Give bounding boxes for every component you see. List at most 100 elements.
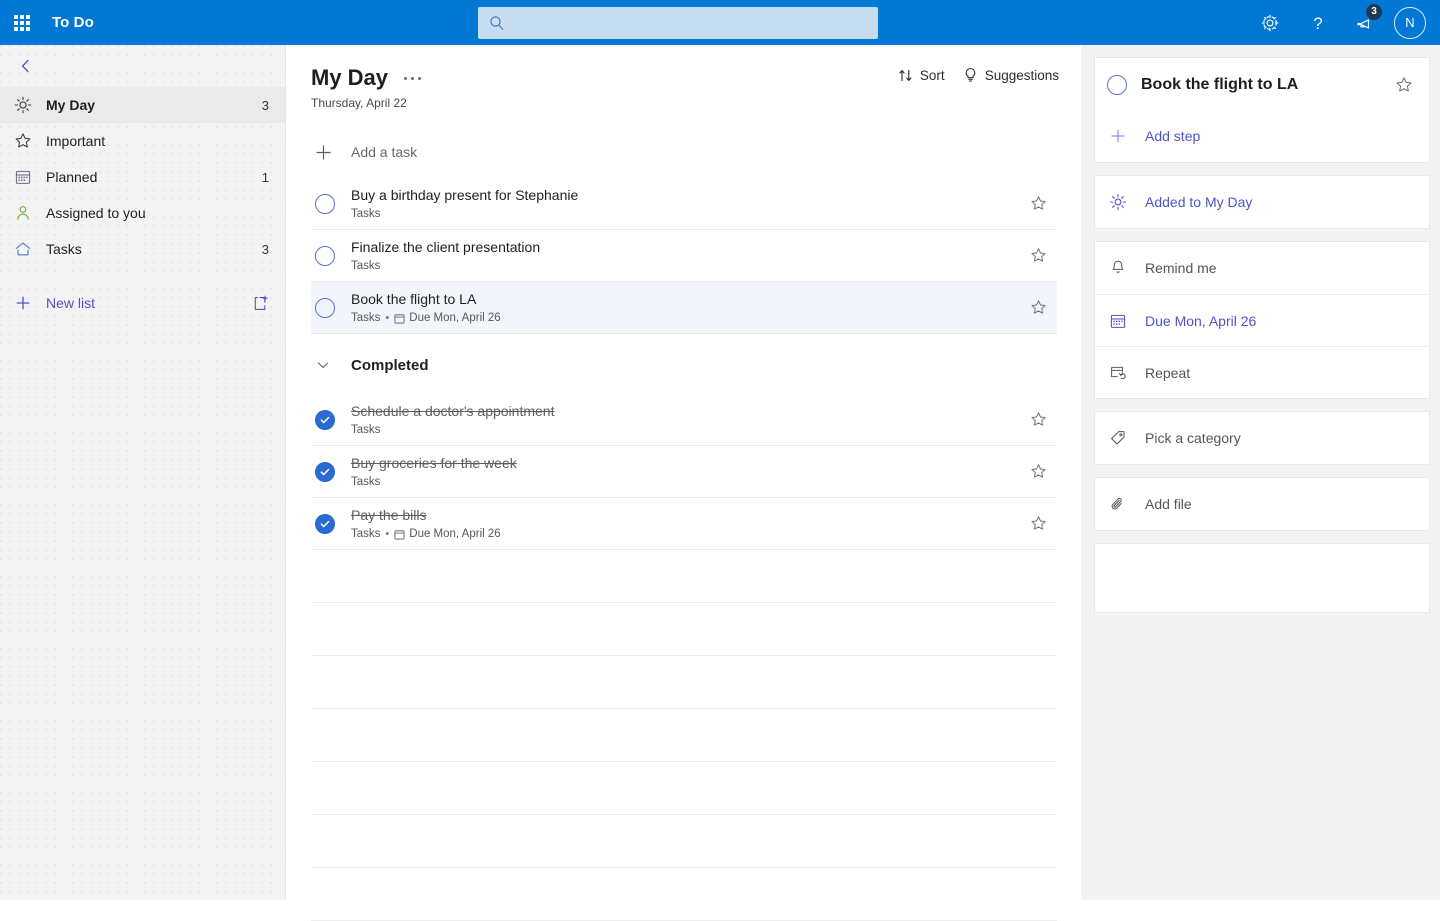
person-icon: [12, 202, 34, 224]
sort-label: Sort: [919, 67, 945, 83]
added-to-my-day-row[interactable]: Added to My Day: [1095, 176, 1429, 228]
suggestions-button[interactable]: Suggestions: [963, 67, 1059, 83]
empty-row: [311, 762, 1057, 815]
favorite-star-icon[interactable]: [1025, 511, 1051, 537]
plus-icon: [311, 143, 335, 162]
detail-task-title: Book the flight to LA: [1141, 76, 1299, 93]
sun-icon: [12, 94, 34, 116]
notes-card[interactable]: [1094, 543, 1430, 613]
list-options-icon[interactable]: [400, 68, 424, 88]
add-task-row[interactable]: [311, 132, 1057, 172]
task-meta: Tasks: [351, 476, 1025, 488]
check-icon: [320, 468, 330, 475]
task-checkbox[interactable]: [315, 193, 335, 214]
repeat-icon: [1107, 362, 1129, 384]
table-row[interactable]: Buy a birthday present for Stephanie Tas…: [311, 178, 1057, 230]
favorite-star-icon[interactable]: [1025, 459, 1051, 485]
empty-row: [311, 603, 1057, 656]
task-meta: Tasks: [351, 208, 1025, 220]
pick-category-label: Pick a category: [1145, 430, 1241, 446]
sidebar-item-my-day[interactable]: My Day 3: [0, 87, 285, 123]
task-list-name: Tasks: [351, 312, 381, 324]
task-checkbox[interactable]: [315, 297, 335, 318]
table-row[interactable]: Book the flight to LA Tasks • Due Mon, A…: [311, 282, 1057, 334]
favorite-star-icon[interactable]: [1025, 407, 1051, 433]
collapse-sidebar-button[interactable]: [10, 50, 42, 82]
favorite-star-icon[interactable]: [1025, 295, 1051, 321]
remind-me-row[interactable]: Remind me: [1095, 242, 1429, 294]
task-checkbox[interactable]: [315, 245, 335, 266]
task-due: Due Mon, April 26: [394, 312, 501, 324]
sidebar-item-label: Planned: [46, 169, 98, 185]
main-content: My Day Thursday, April 22 Sort Suggestio…: [287, 45, 1081, 921]
favorite-star-icon[interactable]: [1391, 72, 1417, 98]
sort-button[interactable]: Sort: [898, 68, 945, 83]
sidebar-item-important[interactable]: Important: [0, 123, 285, 159]
empty-row: [311, 815, 1057, 868]
task-title: Pay the bills: [351, 507, 427, 523]
sidebar-item-tasks[interactable]: Tasks 3: [0, 231, 285, 267]
new-group-icon[interactable]: [249, 292, 271, 314]
favorite-star-icon[interactable]: [1025, 191, 1051, 217]
task-checkbox[interactable]: [315, 513, 335, 534]
plus-icon: [1107, 125, 1129, 147]
app-launcher-icon[interactable]: [0, 0, 44, 45]
sidebar-item-planned[interactable]: Planned 1: [0, 159, 285, 195]
plus-icon: [12, 292, 34, 314]
task-checkbox[interactable]: [315, 409, 335, 430]
topbar-actions: ? 3 N: [1246, 0, 1440, 45]
feedback-button[interactable]: 3: [1342, 0, 1390, 45]
repeat-label: Repeat: [1145, 364, 1191, 381]
bell-icon: [1107, 257, 1129, 279]
meta-separator: •: [385, 312, 390, 324]
table-row[interactable]: Buy groceries for the week Tasks: [311, 446, 1057, 498]
sidebar-item-count: 3: [261, 97, 269, 113]
new-list-label: New list: [46, 295, 96, 311]
task-title: Book the flight to LA: [351, 291, 477, 307]
top-app-bar: To Do ? 3 N: [0, 0, 1440, 45]
favorite-star-icon[interactable]: [1025, 243, 1051, 269]
repeat-row[interactable]: Repeat: [1095, 346, 1429, 398]
task-due-text: Due Mon, April 26: [409, 312, 501, 324]
new-list-button[interactable]: New list: [0, 285, 285, 321]
task-list: Buy a birthday present for Stephanie Tas…: [311, 178, 1057, 334]
search-input[interactable]: [478, 7, 878, 39]
empty-row: [311, 550, 1057, 603]
add-file-row[interactable]: Add file: [1095, 478, 1429, 530]
task-title: Buy groceries for the week: [351, 455, 517, 471]
empty-row: [311, 868, 1057, 921]
paperclip-icon: [1107, 493, 1129, 515]
settings-button[interactable]: [1246, 0, 1294, 45]
completed-group-header[interactable]: Completed: [311, 342, 1057, 388]
task-title: Buy a birthday present for Stephanie: [351, 187, 579, 203]
sidebar-item-label: Tasks: [46, 241, 82, 257]
help-button[interactable]: ?: [1294, 0, 1342, 45]
sun-icon: [1107, 191, 1129, 213]
list-header-actions: Sort Suggestions: [898, 67, 1059, 83]
add-task-input[interactable]: [351, 144, 1057, 160]
detail-card-main: Book the flight to LA Add step: [1094, 57, 1430, 163]
task-meta: Tasks • Due Mon, April 26: [351, 312, 1025, 324]
sidebar-item-assigned-to-you[interactable]: Assigned to you: [0, 195, 285, 231]
table-row[interactable]: Pay the bills Tasks • Due Mon, April 26: [311, 498, 1057, 550]
lightbulb-icon: [965, 68, 975, 82]
avatar[interactable]: N: [1394, 6, 1426, 39]
table-row[interactable]: Schedule a doctor's appointment Tasks: [311, 394, 1057, 446]
chevron-down-icon[interactable]: [311, 357, 335, 373]
task-detail-pane: Book the flight to LA Add step Added to …: [1081, 45, 1440, 900]
calendar-icon: [1107, 310, 1129, 332]
task-checkbox[interactable]: [315, 461, 335, 482]
empty-row: [311, 656, 1057, 709]
check-icon: [320, 520, 330, 527]
added-to-my-day-label: Added to My Day: [1145, 194, 1253, 210]
detail-task-checkbox[interactable]: [1107, 75, 1127, 95]
tag-icon: [1107, 427, 1129, 449]
due-date-row[interactable]: Due Mon, April 26: [1095, 294, 1429, 346]
calendar-icon: [394, 313, 405, 323]
add-step-button[interactable]: Add step: [1095, 110, 1429, 162]
question-mark-icon: ?: [1313, 14, 1322, 33]
table-row[interactable]: Finalize the client presentation Tasks: [311, 230, 1057, 282]
notes-input[interactable]: [1095, 544, 1429, 612]
gear-icon: [1261, 14, 1279, 31]
pick-category-row[interactable]: Pick a category: [1095, 412, 1429, 464]
